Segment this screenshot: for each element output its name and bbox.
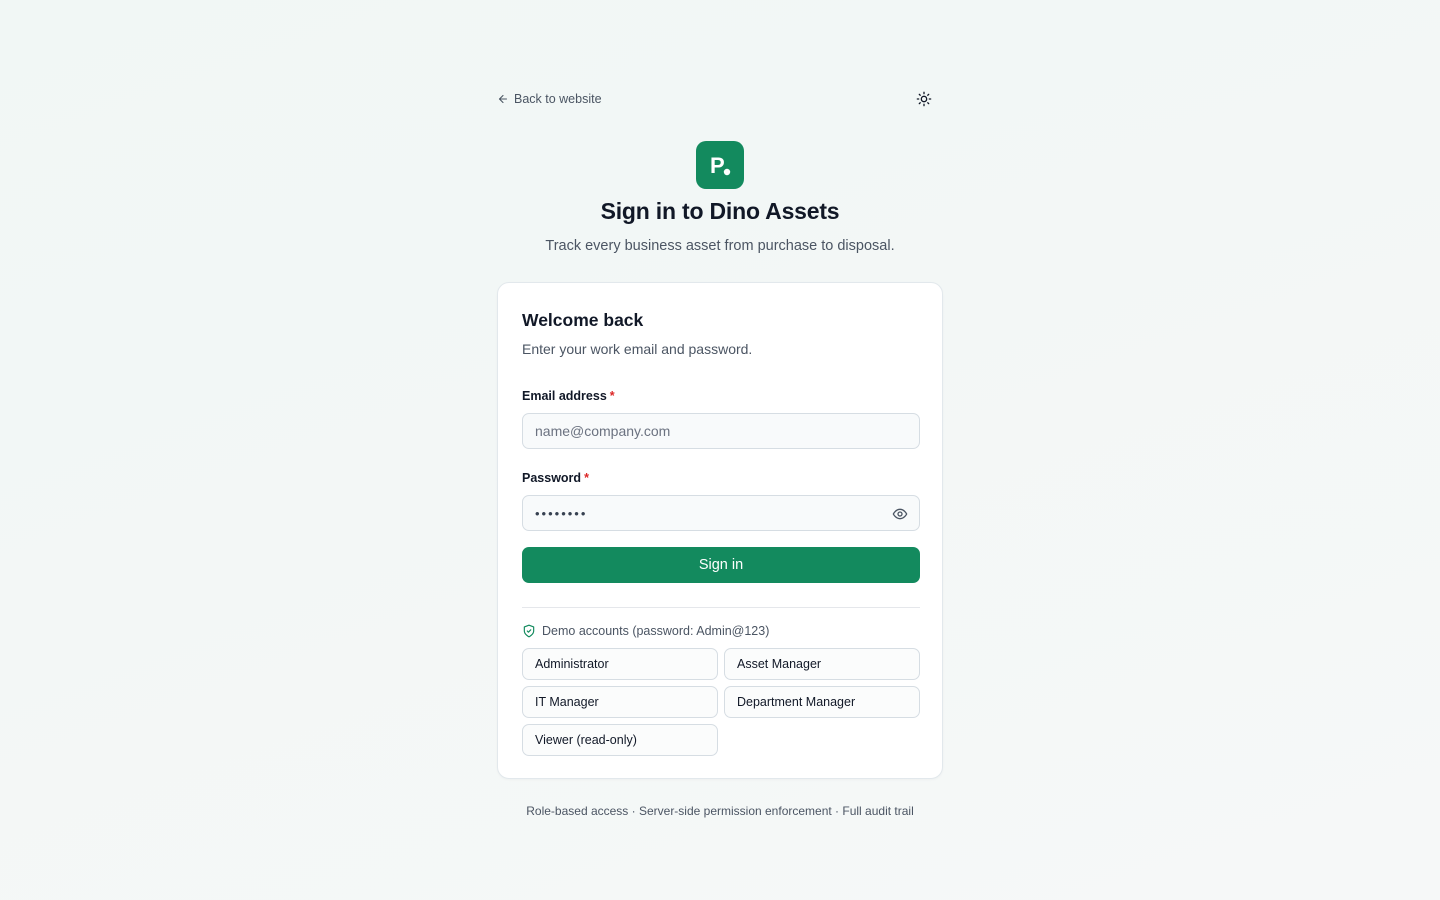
demo-account-label: Viewer (read-only) bbox=[535, 733, 637, 747]
page-title: Sign in to Dino Assets bbox=[600, 198, 840, 224]
email-field[interactable]: name@company.com bbox=[522, 413, 920, 449]
required-mark: * bbox=[584, 471, 589, 485]
demo-note-text: Demo accounts (password: Admin@123) bbox=[542, 624, 770, 638]
demo-account-viewer[interactable]: Viewer (read-only) bbox=[522, 724, 718, 756]
demo-account-administrator[interactable]: Administrator bbox=[522, 648, 718, 680]
arrow-left-icon bbox=[498, 94, 508, 104]
demo-account-department-manager[interactable]: Department Manager bbox=[724, 686, 920, 718]
logo-letter: P bbox=[710, 153, 725, 178]
sun-icon bbox=[916, 91, 932, 107]
demo-account-label: IT Manager bbox=[535, 695, 599, 709]
required-mark: * bbox=[609, 389, 615, 403]
password-label: Password * bbox=[522, 471, 589, 485]
email-placeholder: name@company.com bbox=[535, 423, 671, 439]
card-title: Welcome back bbox=[522, 310, 644, 330]
footer-note: Role-based access · Server-side permissi… bbox=[526, 804, 914, 818]
password-field[interactable]: •••••••• bbox=[522, 495, 920, 531]
back-link-label: Back to website bbox=[514, 92, 602, 106]
password-label-text: Password bbox=[522, 471, 582, 485]
demo-account-label: Department Manager bbox=[737, 695, 856, 709]
top-bar: Back to website bbox=[497, 88, 943, 110]
divider bbox=[522, 607, 920, 608]
login-card: Welcome back Enter your work email and p… bbox=[497, 282, 943, 779]
demo-account-it-manager[interactable]: IT Manager bbox=[522, 686, 718, 718]
demo-account-asset-manager[interactable]: Asset Manager bbox=[724, 648, 920, 680]
shield-check-icon bbox=[523, 624, 535, 638]
demo-accounts-note: Demo accounts (password: Admin@123) bbox=[522, 624, 769, 638]
sign-in-button[interactable]: Sign in bbox=[522, 547, 920, 583]
page-subtitle: Track every business asset from purchase… bbox=[545, 238, 895, 254]
email-label-text: Email address bbox=[522, 389, 607, 403]
password-masked-value: •••••••• bbox=[535, 505, 588, 521]
card-subtitle: Enter your work email and password. bbox=[522, 341, 753, 357]
logo-mark: P bbox=[710, 153, 731, 178]
demo-account-label: Asset Manager bbox=[737, 657, 822, 671]
back-to-website-link[interactable]: Back to website bbox=[497, 92, 602, 106]
email-label: Email address * bbox=[522, 389, 615, 403]
demo-account-label: Administrator bbox=[535, 657, 609, 671]
theme-toggle-button[interactable] bbox=[913, 88, 935, 110]
eye-icon[interactable] bbox=[892, 506, 908, 522]
app-logo: P bbox=[696, 141, 744, 189]
